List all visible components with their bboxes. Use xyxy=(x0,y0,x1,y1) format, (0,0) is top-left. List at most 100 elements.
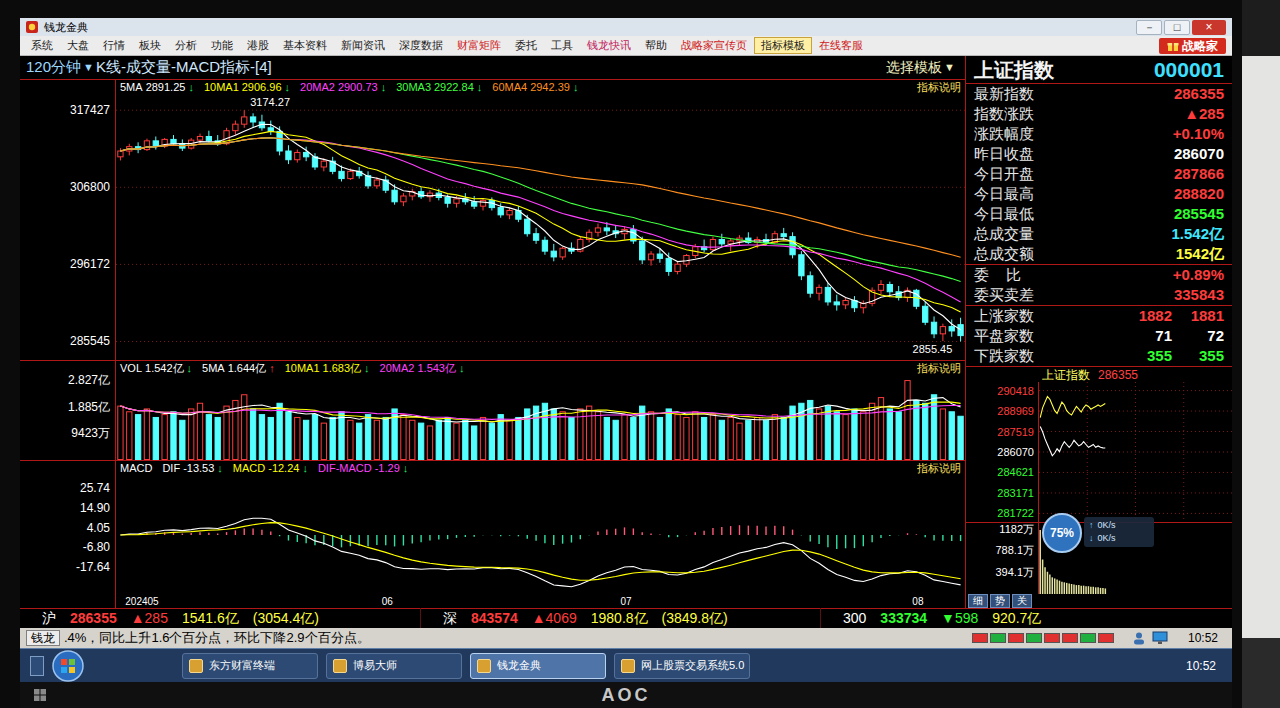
intraday-tab[interactable]: 势 xyxy=(990,594,1010,608)
chart-title: K线-成交量-MACD指标-[4] xyxy=(96,56,272,79)
taskbar-clock[interactable]: 10:52 xyxy=(1186,657,1216,675)
period-selector[interactable]: 120分钟 xyxy=(26,56,81,79)
template-selector[interactable]: 选择模板 xyxy=(886,57,942,78)
volume-bar xyxy=(569,417,574,459)
menu-item-label: 功能 xyxy=(211,39,233,51)
start-button-icon[interactable] xyxy=(52,650,84,682)
axis-label: 25.74 xyxy=(80,481,110,495)
indicator-info-button[interactable]: 指标说明 xyxy=(917,363,961,374)
indicator-info-button[interactable]: 指标说明 xyxy=(917,82,961,93)
menu-item[interactable]: 在线客服 xyxy=(812,37,870,54)
candle xyxy=(799,251,804,280)
indicator-info-button[interactable]: 指标说明 xyxy=(917,463,961,474)
menu-item[interactable]: 港股 xyxy=(240,37,276,54)
taskbar-button[interactable]: 博易大师 xyxy=(326,653,462,679)
news-source: 钱龙 xyxy=(26,630,60,646)
user-icon[interactable] xyxy=(1132,631,1146,645)
volume-bar xyxy=(666,409,671,460)
candle xyxy=(542,237,547,255)
ma-line xyxy=(120,138,960,282)
quick-launch[interactable] xyxy=(30,656,44,676)
promo-button[interactable]: 战略家 xyxy=(1159,38,1226,54)
taskbar-button[interactable]: 网上股票交易系统5.0 xyxy=(614,653,750,679)
quote-group: 最新指数286355指数涨跌▲285涨跌幅度+0.10%昨日收盘286070今日… xyxy=(966,84,1232,264)
candle-body xyxy=(551,251,556,257)
candle xyxy=(613,225,618,238)
axis-label: 283171 xyxy=(997,487,1034,499)
menu-item[interactable]: 战略家宣传页 xyxy=(674,37,754,54)
ticker-item[interactable]: 沪286355▲2851541.6亿(3054.4亿) xyxy=(20,608,420,629)
macd-histogram-bar xyxy=(942,535,943,541)
ticker-item[interactable]: 深843574▲40691980.8亿(3849.8亿) xyxy=(420,608,820,629)
security-code: 000001 xyxy=(1154,54,1224,86)
macd-histogram-bar xyxy=(642,532,643,535)
menu-item[interactable]: 行情 xyxy=(96,37,132,54)
quote-value: 335843 xyxy=(1174,284,1224,307)
candle xyxy=(250,113,255,128)
candle xyxy=(622,226,627,239)
volume-bar xyxy=(958,416,963,459)
intraday-tab[interactable]: 关 xyxy=(1012,594,1032,608)
taskbar-button[interactable]: 钱龙金典 xyxy=(470,653,606,679)
volume-bar xyxy=(914,400,919,459)
candle-body xyxy=(472,202,477,206)
macd-histogram-bar xyxy=(668,535,669,537)
ticker-item[interactable]: 300333734▼598920.7亿 xyxy=(820,608,1220,629)
legend-value: 2942.39 xyxy=(530,82,570,93)
macd-histogram-bar xyxy=(491,534,492,536)
legend-value: 2891.25 xyxy=(146,82,186,93)
volume-bar xyxy=(427,426,432,460)
menu-item[interactable]: 帮助 xyxy=(638,37,674,54)
network-speed-widget[interactable]: 75% xyxy=(1042,513,1082,553)
volume-ma-line xyxy=(120,402,960,422)
legend-item: 5MA2891.25↓ xyxy=(120,82,194,93)
macd-histogram-bar xyxy=(544,535,545,543)
menu-item[interactable]: 基本资料 xyxy=(276,37,334,54)
axis-label: 281722 xyxy=(997,507,1034,519)
menu-item[interactable]: 大盘 xyxy=(60,37,96,54)
candle-body xyxy=(923,306,928,322)
volume-bar xyxy=(463,420,468,459)
menu-item[interactable]: 财富矩阵 xyxy=(450,37,508,54)
candle xyxy=(286,145,291,164)
menu-item[interactable]: 分析 xyxy=(168,37,204,54)
quote-row: 下跌家数355355 xyxy=(966,346,1232,366)
candle xyxy=(675,261,680,274)
volume-bar xyxy=(330,417,335,459)
menu-item[interactable]: 委托 xyxy=(508,37,544,54)
template-dropdown-arrow[interactable]: ▼ xyxy=(944,59,955,76)
window-control-button[interactable]: × xyxy=(1192,20,1226,35)
volume-bar xyxy=(887,409,892,460)
volume-bar xyxy=(861,412,866,460)
period-dropdown-arrow[interactable]: ▼ xyxy=(83,59,94,76)
quote-row: 委买卖差335843 xyxy=(966,285,1232,305)
menu-item[interactable]: 深度数据 xyxy=(392,37,450,54)
quote-value: 71 xyxy=(1128,325,1172,348)
window-control-button[interactable]: － xyxy=(1136,20,1162,35)
menu-item[interactable]: 功能 xyxy=(204,37,240,54)
legend-arrow: ↓ xyxy=(187,363,193,374)
menu-item[interactable]: 板块 xyxy=(132,37,168,54)
menu-bar: 系统大盘行情板块分析功能港股基本资料新闻资讯深度数据财富矩阵委托工具钱龙快讯帮助… xyxy=(20,36,1232,56)
candle-body xyxy=(640,241,645,260)
monitor-icon[interactable] xyxy=(1152,631,1168,645)
macd-histogram-bar xyxy=(482,534,483,536)
menu-item[interactable]: 工具 xyxy=(544,37,580,54)
kline-chart xyxy=(116,94,965,360)
window-control-button[interactable]: □ xyxy=(1164,20,1190,35)
low-price-label: 2855.45 xyxy=(913,343,953,355)
menu-item-label: 指标模板 xyxy=(761,39,805,51)
intraday-tab[interactable]: 细 xyxy=(968,594,988,608)
ticker-market: 300 xyxy=(843,608,866,629)
legend-value: -12.24 xyxy=(268,463,299,474)
menu-item[interactable]: 钱龙快讯 xyxy=(580,37,638,54)
macd-histogram-bar xyxy=(783,526,784,535)
menu-item[interactable]: 指标模板 xyxy=(754,37,812,54)
taskbar-button-label: 钱龙金典 xyxy=(497,657,541,674)
time-axis-label: 06 xyxy=(382,596,393,608)
taskbar-button[interactable]: 东方财富终端 xyxy=(182,653,318,679)
candle xyxy=(401,193,406,206)
menu-item[interactable]: 系统 xyxy=(24,37,60,54)
menu-item[interactable]: 新闻资讯 xyxy=(334,37,392,54)
right-bezel xyxy=(1232,0,1242,708)
